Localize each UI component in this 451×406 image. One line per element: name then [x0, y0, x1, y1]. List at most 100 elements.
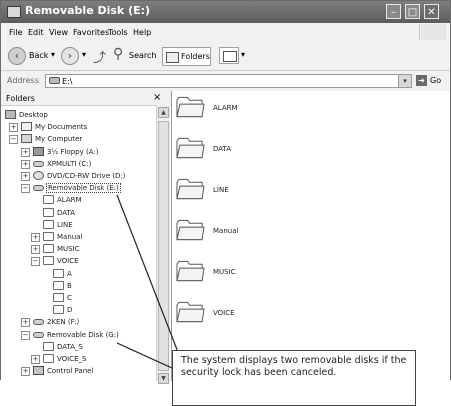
tree-item[interactable]: DATA_S — [31, 341, 151, 353]
tree-item-label: C — [67, 294, 72, 302]
folder-item[interactable]: ALARM — [172, 95, 352, 125]
tree-item[interactable]: + MUSIC — [31, 244, 151, 255]
go-button[interactable]: ➜ Go — [416, 74, 448, 88]
tree-item-label: B — [67, 281, 72, 290]
tree-item[interactable]: D — [41, 305, 151, 316]
folder-icon — [176, 260, 205, 282]
tree-item[interactable]: +2KEN (F:) — [21, 317, 151, 328]
tree-scrollbar[interactable]: ▲ ▼ — [156, 105, 170, 384]
tree-item[interactable]: − Removable Disk (G:) — [21, 330, 151, 341]
search-icon[interactable]: ⚲ — [113, 46, 123, 62]
tree-item[interactable]: + DVD/CD-RW Drive (D:) — [21, 171, 151, 182]
expander-icon[interactable]: + — [31, 245, 40, 255]
expander-icon[interactable]: − — [9, 135, 18, 145]
folder-item[interactable]: DATA — [172, 136, 352, 166]
tree-item-label: 2KEN (F:) — [47, 318, 80, 327]
folder-icon — [176, 178, 205, 200]
scrollbar-thumb[interactable] — [158, 121, 169, 371]
folder-item-label: MUSIC — [213, 268, 236, 276]
expander-icon[interactable]: + — [21, 147, 30, 157]
tree-item-label: Removable Disk (E:) — [46, 183, 121, 194]
file-list: ALARM DATA LINE Manual MUSIC VOICE — [172, 91, 450, 381]
tree-item-label: D — [67, 306, 73, 315]
expander-icon[interactable]: + — [31, 355, 40, 364]
folder-icon — [176, 96, 205, 118]
tree-item[interactable]: + Control Panel — [21, 366, 151, 377]
menu-file[interactable]: File — [9, 28, 22, 37]
tree-item[interactable]: + VOICE_S — [31, 354, 151, 365]
tree-item-label: DATA_S — [57, 342, 83, 351]
folder-icon — [53, 305, 64, 315]
tree-item[interactable]: DATA — [31, 207, 151, 219]
views-icon[interactable] — [219, 47, 239, 64]
expander-icon[interactable]: − — [21, 330, 30, 340]
go-button-label: Go — [430, 76, 442, 85]
tree-item-label: My Computer — [35, 135, 83, 144]
folder-item[interactable]: LINE — [172, 177, 352, 207]
search-button[interactable]: Search — [129, 51, 156, 60]
address-dropdown-icon[interactable]: ▾ — [398, 75, 411, 87]
expander-icon[interactable]: + — [21, 172, 30, 181]
forward-dropdown-icon[interactable]: ▾ — [82, 50, 86, 59]
window-title: Removable Disk (E:) — [25, 4, 151, 17]
drive-icon — [49, 77, 60, 84]
back-dropdown-icon[interactable]: ▾ — [51, 50, 55, 59]
scroll-down-icon[interactable]: ▼ — [158, 373, 169, 384]
minimize-button[interactable]: – — [386, 4, 401, 19]
up-folder-icon[interactable]: ⤴ — [93, 47, 106, 66]
menu-favorites[interactable]: Favorites — [73, 28, 109, 37]
expander-icon[interactable]: + — [31, 233, 40, 242]
tree-item[interactable]: + XPMULTI (C:) — [21, 159, 151, 170]
back-button-label[interactable]: Back — [29, 51, 48, 60]
tree-item-label: Removable Disk (G:) — [47, 330, 119, 339]
folder-tree: Desktop + My Documents − My Computer +3½ Flop… — [1, 91, 171, 381]
tree-item[interactable]: + My Documents — [9, 122, 151, 133]
windows-logo-icon — [419, 24, 446, 40]
expander-icon[interactable]: + — [9, 123, 18, 133]
folder-item[interactable]: MUSIC — [172, 259, 352, 289]
maximize-button[interactable]: □ — [405, 4, 420, 19]
tree-item-label: LINE — [57, 220, 73, 229]
back-arrow-icon[interactable]: ‹ — [8, 47, 26, 65]
tree-item-label: ALARM — [57, 196, 82, 205]
tree-item[interactable]: − Removable Disk (E:) — [21, 183, 151, 194]
tree-item[interactable]: − VOICE — [31, 256, 151, 267]
close-button[interactable]: ✕ — [424, 4, 439, 19]
folder-icon — [43, 244, 54, 254]
address-input[interactable]: E:\ ▾ — [45, 74, 412, 88]
tree-item[interactable]: B — [41, 280, 151, 292]
menu-edit[interactable]: Edit — [28, 28, 44, 37]
menu-tools[interactable]: Tools — [108, 28, 128, 37]
tree-item-label: A — [67, 269, 72, 278]
folder-item-label: DATA — [213, 145, 232, 153]
views-dropdown-icon[interactable]: ▾ — [241, 50, 245, 59]
tree-item[interactable]: A — [41, 268, 151, 280]
folder-item[interactable]: VOICE — [172, 300, 352, 330]
folder-icon — [43, 256, 54, 266]
folder-item[interactable]: Manual — [172, 218, 352, 248]
expander-icon[interactable]: + — [21, 318, 30, 328]
tree-item-label: 3½ Floppy (A:) — [47, 147, 99, 156]
tree-item[interactable]: − My Computer — [9, 134, 151, 145]
folder-icon — [43, 341, 54, 351]
menu-help[interactable]: Help — [133, 28, 151, 37]
tree-item[interactable]: + Manual — [31, 232, 151, 243]
menu-view[interactable]: View — [49, 28, 68, 37]
expander-icon[interactable]: − — [31, 257, 40, 267]
forward-arrow-icon[interactable]: › — [61, 47, 79, 65]
folders-button[interactable]: Folders — [162, 47, 211, 66]
tree-item[interactable]: Desktop — [5, 110, 151, 121]
scroll-up-icon[interactable]: ▲ — [158, 107, 169, 118]
tree-item[interactable]: +3½ Floppy (A:) — [21, 146, 151, 158]
toolbar: ‹ Back ▾ › ▾ ⤴ ⚲ Search Folders ▾ — [1, 42, 450, 71]
expander-icon[interactable]: + — [21, 159, 30, 169]
expander-icon[interactable]: + — [21, 367, 30, 377]
tree-item[interactable]: ALARM — [31, 195, 151, 206]
title-bar[interactable]: Removable Disk (E:) – □ ✕ — [1, 1, 450, 23]
tree-item[interactable]: LINE — [31, 219, 151, 231]
tree-item[interactable]: C — [41, 293, 151, 304]
tree-item-label: VOICE_S — [57, 355, 87, 363]
folder-item-label: VOICE — [213, 309, 235, 317]
floppy-icon — [33, 146, 44, 156]
expander-icon[interactable]: − — [21, 184, 30, 194]
